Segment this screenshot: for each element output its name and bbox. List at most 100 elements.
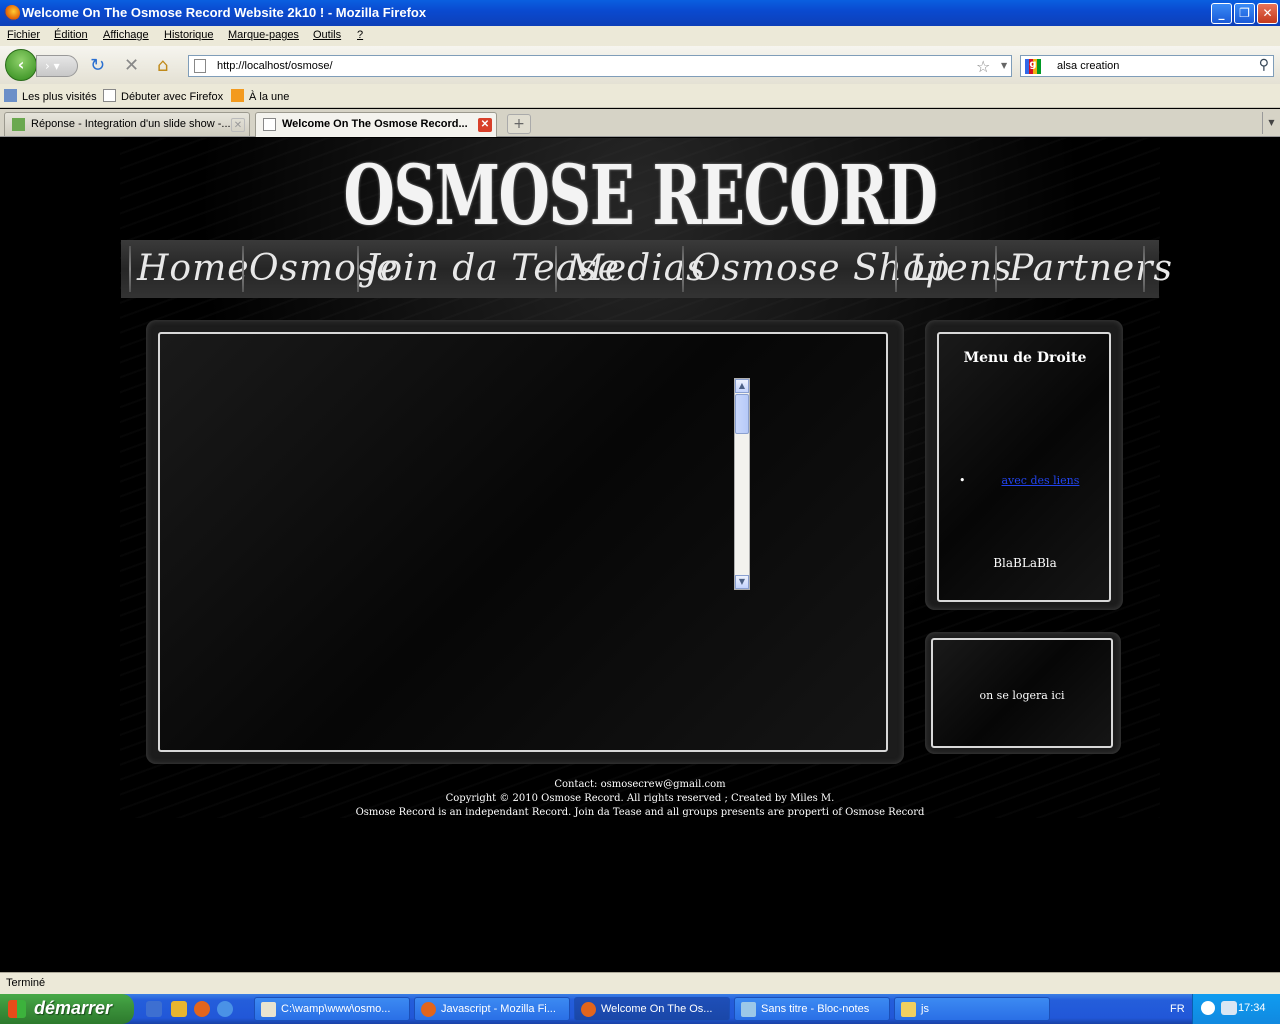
tab-bar: Réponse - Integration d'un slide show -.… bbox=[0, 109, 1280, 137]
main-panel: ▲ ▼ bbox=[146, 320, 904, 764]
language-indicator[interactable]: FR bbox=[1170, 1003, 1185, 1015]
login-placeholder-text: on se logera ici bbox=[979, 689, 1065, 702]
url-bar[interactable]: ☆ ▼ bbox=[188, 55, 1012, 77]
bookmark-label: Les plus visités bbox=[22, 91, 97, 103]
url-dropdown-icon[interactable]: ▼ bbox=[1001, 61, 1007, 70]
stop-icon[interactable]: ✕ bbox=[124, 57, 139, 75]
site-footer: Contact: osmosecrew@gmail.com Copyright … bbox=[0, 778, 1280, 820]
start-button[interactable]: démarrer bbox=[0, 994, 134, 1024]
page-icon bbox=[263, 118, 276, 131]
menu-edition[interactable]: Édition bbox=[54, 29, 88, 41]
tab-reponse[interactable]: Réponse - Integration d'un slide show -.… bbox=[4, 112, 250, 136]
menu-help[interactable]: ? bbox=[357, 29, 363, 41]
slideshow-scrollbar[interactable]: ▲ ▼ bbox=[734, 378, 750, 590]
new-tab-button[interactable]: + bbox=[507, 114, 531, 134]
right-menu-panel: Menu de Droite • avec des liens BlaBLaBla bbox=[925, 320, 1123, 610]
rss-icon bbox=[231, 89, 244, 102]
tab-label: Réponse - Integration d'un slide show -.… bbox=[31, 118, 231, 130]
window-title: Welcome On The Osmose Record Website 2k1… bbox=[22, 5, 427, 20]
task-folder-js[interactable]: js bbox=[894, 997, 1050, 1021]
reload-icon[interactable]: ↻ bbox=[90, 57, 105, 75]
nav-separator bbox=[995, 246, 997, 292]
slideshow-area: ▲ ▼ bbox=[158, 332, 888, 752]
notepad-icon bbox=[741, 1002, 756, 1017]
start-label: démarrer bbox=[34, 998, 113, 1018]
quicklaunch-wamp-icon[interactable] bbox=[146, 1001, 162, 1017]
menu-fichier[interactable]: Fichier bbox=[7, 29, 40, 41]
menu-historique[interactable]: Historique bbox=[164, 29, 214, 41]
task-label: Welcome On The Os... bbox=[601, 1003, 713, 1015]
tab-osmose[interactable]: Welcome On The Osmose Record... ✕ bbox=[255, 112, 497, 137]
nav-medias[interactable]: Medias bbox=[567, 246, 706, 292]
most-visited-icon bbox=[4, 89, 17, 102]
search-input[interactable] bbox=[1057, 58, 1247, 74]
search-bar[interactable]: g ⚲ bbox=[1020, 55, 1274, 77]
nav-separator bbox=[895, 246, 897, 292]
google-icon[interactable]: g bbox=[1025, 59, 1041, 74]
home-icon[interactable]: ⌂ bbox=[157, 57, 168, 75]
bookmark-star-icon[interactable]: ☆ bbox=[976, 57, 990, 76]
menu-bar: Fichier Édition Affichage Historique Mar… bbox=[0, 26, 1280, 46]
url-input[interactable] bbox=[217, 58, 957, 74]
close-icon[interactable]: ✕ bbox=[231, 118, 245, 132]
system-tray bbox=[1192, 994, 1280, 1024]
nav-separator bbox=[682, 246, 684, 292]
bookmark-most-visited[interactable]: Les plus visités bbox=[4, 89, 97, 103]
folder-icon bbox=[901, 1002, 916, 1017]
quicklaunch-ie-icon[interactable] bbox=[217, 1001, 233, 1017]
menu-outils[interactable]: Outils bbox=[313, 29, 341, 41]
status-bar: Terminé bbox=[0, 972, 1280, 994]
page-viewport: OSMOSE RECORD Home Osmose Join da Tease … bbox=[0, 138, 1280, 972]
site-logo[interactable]: OSMOSE RECORD bbox=[179, 148, 1101, 244]
bookmark-label: Débuter avec Firefox bbox=[121, 91, 224, 103]
tab-list-button[interactable]: ▼ bbox=[1262, 112, 1280, 134]
task-notepad[interactable]: Sans titre - Bloc-notes bbox=[734, 997, 890, 1021]
firefox-icon bbox=[581, 1002, 596, 1017]
task-osmose-firefox[interactable]: Welcome On The Os... bbox=[574, 997, 730, 1021]
firefox-icon bbox=[4, 5, 20, 21]
restore-button[interactable]: ❐ bbox=[1234, 3, 1255, 24]
search-icon[interactable]: ⚲ bbox=[1259, 57, 1269, 73]
task-label: C:\wamp\www\osmo... bbox=[281, 1003, 391, 1015]
login-box: on se logera ici bbox=[931, 638, 1113, 748]
task-explorer-wamp[interactable]: C:\wamp\www\osmo... bbox=[254, 997, 410, 1021]
forward-button[interactable]: › ▾ bbox=[36, 55, 78, 77]
footer-copyright: Copyright © 2010 Osmose Record. All righ… bbox=[445, 793, 835, 804]
quicklaunch-firefox-icon[interactable] bbox=[194, 1001, 210, 1017]
page-icon bbox=[194, 59, 206, 73]
bookmark-news[interactable]: À la une bbox=[231, 89, 289, 103]
scroll-up-icon[interactable]: ▲ bbox=[735, 379, 749, 393]
clock[interactable]: 17:34 bbox=[1238, 1002, 1266, 1014]
menu-marque-pages[interactable]: Marque-pages bbox=[228, 29, 299, 41]
network-icon[interactable] bbox=[1221, 1001, 1237, 1015]
quicklaunch-clock-icon[interactable] bbox=[171, 1001, 187, 1017]
site-nav: Home Osmose Join da Tease Medias Osmose … bbox=[121, 240, 1172, 298]
bookmarks-toolbar: Les plus visités Débuter avec Firefox À … bbox=[0, 84, 1280, 108]
bookmark-label: À la une bbox=[249, 91, 290, 103]
bookmark-getting-started[interactable]: Débuter avec Firefox bbox=[103, 89, 223, 103]
nav-separator bbox=[555, 246, 557, 292]
navigation-toolbar: ‹ › ▾ ↻ ✕ ⌂ ☆ ▼ g ⚲ bbox=[0, 46, 1280, 84]
windows-logo-icon bbox=[8, 1000, 26, 1018]
right-menu-box: Menu de Droite • avec des liens BlaBLaBla bbox=[937, 332, 1111, 602]
back-button[interactable]: ‹ bbox=[5, 49, 37, 81]
nav-separator bbox=[129, 246, 131, 292]
right-menu-link[interactable]: avec des liens bbox=[1002, 474, 1080, 487]
close-button[interactable]: ✕ bbox=[1257, 3, 1278, 24]
scroll-down-icon[interactable]: ▼ bbox=[735, 575, 749, 589]
footer-notice: Osmose Record is an independant Record. … bbox=[355, 807, 925, 818]
nav-separator bbox=[357, 246, 359, 292]
minimize-button[interactable]: _ bbox=[1211, 3, 1232, 24]
scroll-thumb[interactable] bbox=[735, 394, 749, 434]
task-javascript-firefox[interactable]: Javascript - Mozilla Fi... bbox=[414, 997, 570, 1021]
window-titlebar: Welcome On The Osmose Record Website 2k1… bbox=[0, 0, 1280, 26]
nav-partners[interactable]: Partners bbox=[1009, 246, 1173, 292]
close-icon[interactable]: ✕ bbox=[478, 118, 492, 132]
windows-taskbar: démarrer C:\wamp\www\osmo... Javascript … bbox=[0, 994, 1280, 1024]
nav-home[interactable]: Home bbox=[137, 246, 250, 292]
menu-affichage[interactable]: Affichage bbox=[103, 29, 149, 41]
tray-expand-icon[interactable] bbox=[1201, 1001, 1215, 1015]
firefox-icon bbox=[421, 1002, 436, 1017]
right-menu-title: Menu de Droite bbox=[963, 350, 1087, 366]
nav-separator bbox=[1143, 246, 1145, 292]
